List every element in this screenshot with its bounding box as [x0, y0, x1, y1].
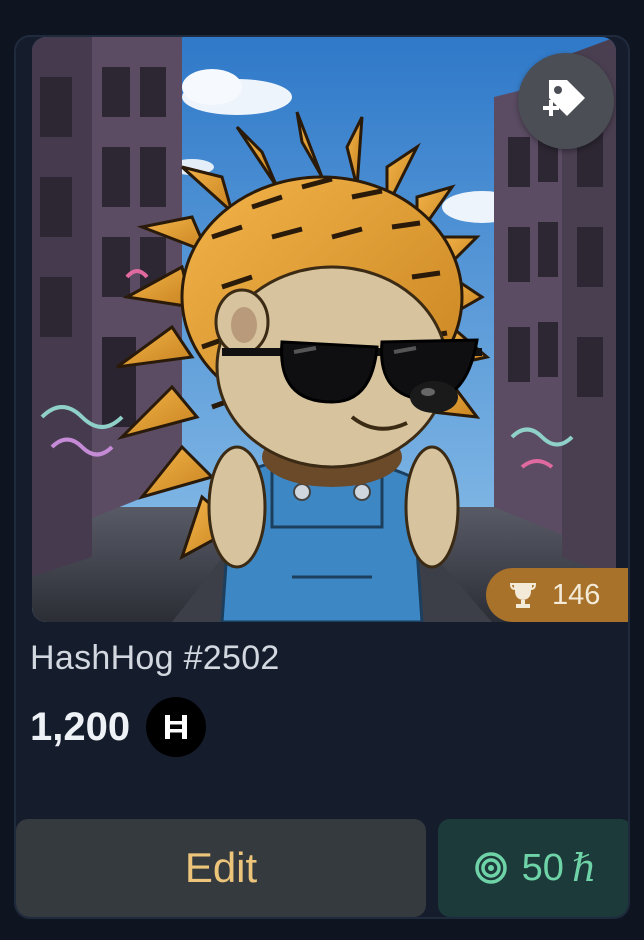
tag-add-icon [541, 74, 591, 128]
stake-button[interactable]: 50 ℏ [438, 819, 628, 917]
target-icon [474, 851, 508, 885]
edit-button[interactable]: Edit [16, 819, 426, 917]
nft-card[interactable]: 146 HashHog #2502 1,200 Edit 50 ℏ [14, 35, 630, 919]
trophy-count: 146 [552, 578, 601, 611]
nft-name: HashHog #2502 [30, 639, 280, 677]
hbar-unit: ℏ [571, 846, 597, 890]
hbar-icon [146, 697, 207, 757]
price-value: 1,200 [30, 704, 131, 749]
add-tag-button[interactable] [518, 53, 614, 149]
price-row: 1,200 [30, 697, 207, 757]
edit-button-label: Edit [184, 844, 258, 891]
trophy-badge: 146 [486, 568, 628, 622]
stake-amount: 50 [521, 846, 564, 889]
trophy-icon [508, 581, 538, 609]
